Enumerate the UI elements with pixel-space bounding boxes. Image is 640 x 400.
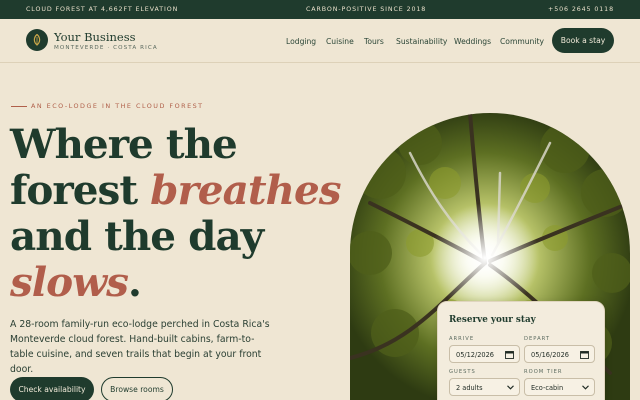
guests-select[interactable]: 2 adults bbox=[449, 378, 520, 396]
calendar-icon[interactable] bbox=[505, 350, 514, 359]
arrive-label: ARRIVE bbox=[449, 336, 475, 342]
announcement-bar: CLOUD FOREST AT 4,662FT ELEVATION CARBON… bbox=[0, 0, 640, 19]
depart-date-input[interactable]: 05/16/2026 bbox=[524, 345, 595, 363]
logo[interactable] bbox=[26, 29, 48, 51]
brand-name[interactable]: Your Business bbox=[54, 30, 136, 44]
nav-link-cuisine[interactable]: Cuisine bbox=[326, 37, 354, 46]
eyebrow-rule bbox=[11, 106, 27, 107]
nav-link-sustainability[interactable]: Sustainability bbox=[396, 37, 447, 46]
guests-value: 2 adults bbox=[456, 384, 483, 392]
headline-line-1: Where the bbox=[10, 120, 238, 168]
nav-link-lodging[interactable]: Lodging bbox=[286, 37, 316, 46]
headline-slows: slows bbox=[10, 258, 129, 306]
headline-forest: forest bbox=[10, 166, 151, 214]
headline-line-3: and the day bbox=[10, 212, 264, 260]
phone-link[interactable]: +506 2645 0118 bbox=[548, 6, 614, 13]
chevron-down-icon bbox=[582, 385, 589, 390]
room-tier-value: Eco-cabin bbox=[531, 384, 564, 392]
chevron-down-icon bbox=[507, 385, 514, 390]
browse-rooms-button[interactable]: Browse rooms bbox=[101, 377, 173, 400]
room-tier-select[interactable]: Eco-cabin bbox=[524, 378, 595, 396]
arrive-date-value: 05/12/2026 bbox=[456, 351, 495, 359]
depart-date-value: 05/16/2026 bbox=[531, 351, 570, 359]
check-availability-button[interactable]: Check availability bbox=[10, 377, 94, 400]
hero-description: A 28-room family-run eco-lodge perched i… bbox=[10, 319, 270, 375]
headline-line-4: slows. bbox=[10, 259, 341, 305]
reservation-title: Reserve your stay bbox=[449, 315, 536, 325]
reservation-widget: Reserve your stay ARRIVE 05/12/2026 DEPA… bbox=[437, 301, 605, 400]
elevation-text: CLOUD FOREST AT 4,662FT ELEVATION bbox=[26, 6, 179, 13]
arrive-date-input[interactable]: 05/12/2026 bbox=[449, 345, 520, 363]
brand-tagline: MONTEVERDE · COSTA RICA bbox=[54, 45, 158, 51]
hero-eyebrow: AN ECO-LODGE IN THE CLOUD FOREST bbox=[31, 102, 204, 110]
guests-label: GUESTS bbox=[449, 369, 476, 375]
leaf-icon bbox=[33, 34, 41, 46]
nav-link-tours[interactable]: Tours bbox=[364, 37, 384, 46]
headline-line-2: forest breathes bbox=[10, 166, 342, 214]
headline-period: . bbox=[127, 258, 142, 306]
carbon-text: CARBON-POSITIVE SINCE 2018 bbox=[306, 6, 427, 13]
hero-headline: Where the forest breathes and the day sl… bbox=[10, 120, 342, 305]
headline-breathes: breathes bbox=[150, 166, 341, 214]
book-stay-button[interactable]: Book a stay bbox=[552, 28, 614, 53]
nav-link-weddings[interactable]: Weddings bbox=[454, 37, 491, 46]
main-nav: Your Business MONTEVERDE · COSTA RICA Lo… bbox=[0, 19, 640, 63]
nav-link-community[interactable]: Community bbox=[500, 37, 544, 46]
calendar-icon[interactable] bbox=[580, 350, 589, 359]
room-tier-label: ROOM TIER bbox=[524, 369, 563, 375]
depart-label: DEPART bbox=[524, 336, 551, 342]
